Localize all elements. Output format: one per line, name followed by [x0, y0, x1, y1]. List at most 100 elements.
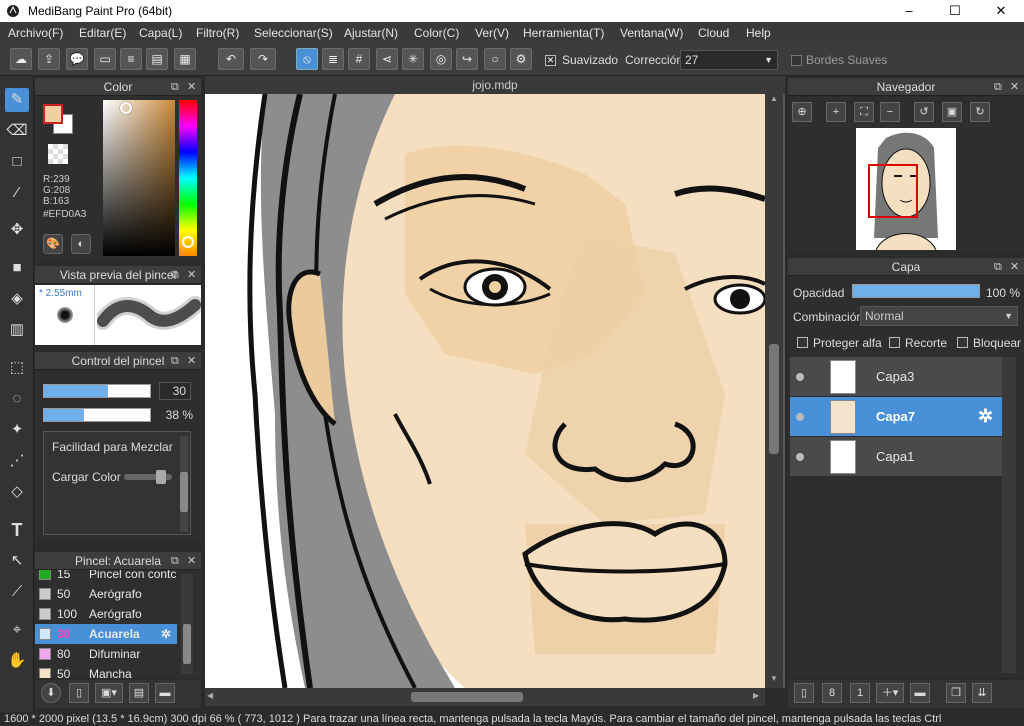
perspective-snap-icon[interactable]: ⋖ [376, 48, 398, 70]
eye-icon[interactable] [796, 373, 804, 381]
brush-size-slider[interactable] [43, 384, 151, 398]
gear-icon[interactable]: ✲ [161, 624, 171, 644]
brush-tool-icon[interactable]: ✎ [5, 88, 29, 112]
move-tool-icon[interactable]: ✥ [5, 218, 29, 242]
hue-slider-handle[interactable] [182, 236, 194, 248]
gear-icon[interactable]: ✲ [978, 406, 993, 427]
saturation-value-picker[interactable] [103, 100, 175, 256]
brush-list-scrollbar[interactable] [181, 574, 193, 674]
load-color-handle[interactable] [156, 470, 166, 484]
grid-snap-icon[interactable]: # [348, 48, 370, 70]
new-1bit-layer-icon[interactable]: 1 [850, 683, 870, 703]
layer-row[interactable]: Capa3 [790, 357, 1002, 397]
hand-tool-icon[interactable]: ✋ [5, 649, 29, 673]
magic-wand-icon[interactable]: ✦ [5, 418, 29, 442]
menu-filtro[interactable]: Filtro(R) [196, 26, 239, 40]
menu-help[interactable]: Help [746, 26, 771, 40]
document-tab[interactable]: jojo.mdp [205, 76, 785, 94]
eyedropper-icon[interactable]: ⌖ [5, 618, 29, 642]
parallel-snap-icon[interactable]: ≣ [322, 48, 344, 70]
new-brush-icon[interactable]: ▯ [69, 683, 89, 703]
navigator-viewport-rect[interactable] [868, 164, 918, 218]
text-tool-icon[interactable]: T [5, 518, 29, 542]
menu-ventana[interactable]: Ventana(W) [620, 26, 683, 40]
eraser-tool-icon[interactable]: ⌫ [5, 119, 29, 143]
close-icon[interactable]: ✕ [187, 352, 196, 370]
settings-icon[interactable]: ⚙ [510, 48, 532, 70]
brush-size-value[interactable]: 30 [159, 382, 191, 400]
scroll-up-icon[interactable]: ▲ [765, 94, 783, 106]
close-icon[interactable]: ✕ [1010, 78, 1019, 96]
foreground-color-swatch[interactable] [43, 104, 63, 124]
close-icon[interactable]: ✕ [187, 552, 196, 570]
popout-icon[interactable]: ⧉ [171, 266, 179, 284]
options-scrollbar[interactable] [180, 436, 188, 532]
add-brush-menu-icon[interactable]: ▣▾ [95, 683, 123, 703]
protect-alpha-checkbox[interactable] [797, 337, 808, 348]
blend-mode-select[interactable]: Normal ▼ [860, 306, 1018, 326]
menu-ver[interactable]: Ver(V) [475, 26, 509, 40]
canvas-horizontal-scrollbar[interactable]: ◀ ▶ [205, 688, 765, 706]
scroll-down-icon[interactable]: ▼ [765, 674, 783, 686]
brush-item[interactable]: 50 Mancha [35, 664, 177, 678]
radial-snap-icon[interactable]: ✳ [402, 48, 424, 70]
menu-capa[interactable]: Capa(L) [139, 26, 182, 40]
canvas-area[interactable] [205, 93, 785, 689]
cloud-icon[interactable]: ☁ [10, 48, 32, 70]
layer-row[interactable]: Capa1 [790, 437, 1002, 477]
canvas-artwork[interactable] [205, 93, 785, 689]
vertical-scroll-thumb[interactable] [769, 344, 779, 454]
new-layer-icon[interactable]: ▯ [794, 683, 814, 703]
navigator-thumbnail[interactable] [856, 128, 956, 251]
popout-icon[interactable]: ⧉ [171, 552, 179, 570]
popout-icon[interactable]: ⧉ [171, 78, 179, 96]
popout-icon[interactable]: ⧉ [994, 258, 1002, 276]
zoom-in-icon[interactable]: + [826, 102, 846, 122]
close-icon[interactable]: ✕ [187, 78, 196, 96]
dot-pen-icon[interactable]: ⁄ [5, 181, 29, 205]
layout-icon[interactable]: ▤ [146, 48, 168, 70]
document-icon[interactable]: ≡ [120, 48, 142, 70]
frame-divider-icon[interactable]: ⟋ [5, 580, 29, 604]
canvas-vertical-scrollbar[interactable]: ▲ ▼ [765, 94, 783, 688]
zoom-out-icon[interactable]: − [880, 102, 900, 122]
suavizado-checkbox[interactable]: ✕ [545, 55, 556, 66]
bordes-suaves-checkbox[interactable] [791, 55, 802, 66]
minimize-button[interactable]: – [886, 0, 932, 22]
transparent-swatch[interactable] [48, 144, 68, 164]
bucket-tool-icon[interactable]: ◈ [5, 287, 29, 311]
layer-row-selected[interactable]: Capa7 ✲ [790, 397, 1002, 437]
close-button[interactable]: ✕ [978, 0, 1024, 22]
select-eraser-icon[interactable]: ◇ [5, 480, 29, 504]
cloud-download-icon[interactable]: ⬇ [41, 683, 61, 703]
layer-opacity-slider[interactable] [852, 284, 980, 298]
scroll-left-icon[interactable]: ◀ [207, 691, 213, 700]
close-icon[interactable]: ✕ [187, 266, 196, 284]
curve-snap-icon[interactable]: ↪ [456, 48, 478, 70]
scroll-right-icon[interactable]: ▶ [753, 691, 759, 700]
actual-size-icon[interactable]: ⛶ [854, 102, 874, 122]
folder-icon[interactable]: ▬ [155, 683, 175, 703]
menu-archivo[interactable]: Archivo(F) [8, 26, 63, 40]
correccion-select[interactable]: 27 ▼ [680, 50, 778, 70]
share-icon[interactable]: ⇪ [38, 48, 60, 70]
new-8bit-layer-icon[interactable]: 8 [822, 683, 842, 703]
menu-herramienta[interactable]: Herramienta(T) [523, 26, 604, 40]
maximize-button[interactable]: ☐ [932, 0, 978, 22]
eye-icon[interactable] [796, 453, 804, 461]
redo-icon[interactable]: ↷ [250, 48, 276, 70]
close-icon[interactable]: ✕ [1010, 258, 1019, 276]
menu-cloud[interactable]: Cloud [698, 26, 729, 40]
palette-icon[interactable]: 🎨 [43, 234, 63, 254]
operation-tool-icon[interactable]: ↖ [5, 549, 29, 573]
undo-icon[interactable]: ↶ [218, 48, 244, 70]
brush-item[interactable]: 80 Difuminar [35, 644, 177, 664]
eye-icon[interactable] [796, 413, 804, 421]
fill-rect-icon[interactable]: ■ [5, 256, 29, 280]
popout-icon[interactable]: ⧉ [994, 78, 1002, 96]
rotate-left-icon[interactable]: ↺ [914, 102, 934, 122]
brush-settings-icon[interactable]: ▤ [129, 683, 149, 703]
shape-tool-icon[interactable]: □ [5, 150, 29, 174]
brush-item-selected[interactable]: 30 Acuarela ✲ [35, 624, 177, 644]
folder-icon[interactable]: ▬ [910, 683, 930, 703]
